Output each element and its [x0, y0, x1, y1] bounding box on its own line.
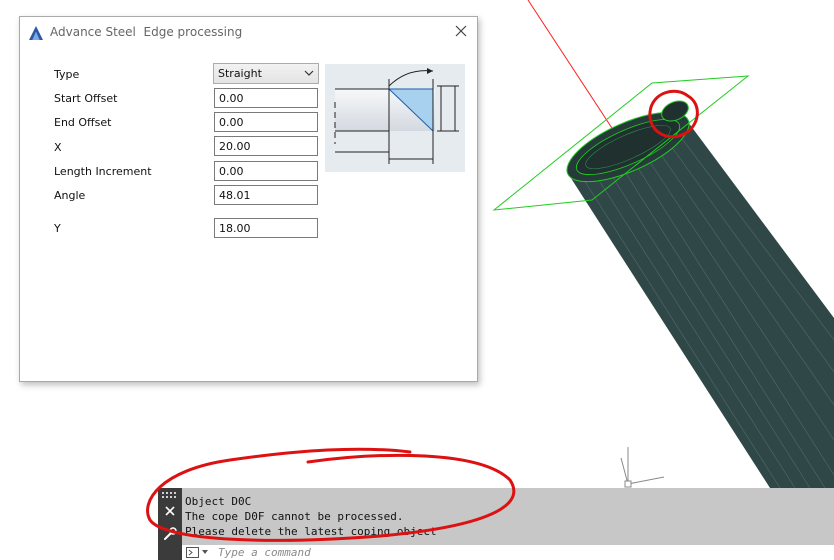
command-prompt-icon[interactable] — [186, 547, 210, 558]
angle-input[interactable]: 48.01 — [214, 185, 318, 205]
type-value: Straight — [218, 67, 262, 80]
dialog-title: Advance Steel Edge processing — [50, 25, 243, 39]
tube-member[interactable] — [558, 97, 834, 489]
type-label: Type — [54, 68, 80, 81]
y-input[interactable]: 18.00 — [214, 218, 318, 238]
advance-steel-logo-icon — [29, 26, 43, 40]
edge-diagram-image — [325, 64, 465, 172]
x-label: X — [54, 141, 62, 154]
angle-label: Angle — [54, 189, 86, 202]
y-label: Y — [54, 222, 61, 235]
command-history: Object D0C The cope D0F cannot be proces… — [185, 494, 437, 539]
start-offset-input[interactable]: 0.00 — [214, 88, 318, 108]
command-line-panel: Object D0C The cope D0F cannot be proces… — [158, 488, 834, 560]
command-history-line: Please delete the latest coping object — [185, 525, 437, 538]
type-select[interactable]: Straight — [213, 63, 319, 84]
wrench-icon[interactable] — [163, 527, 177, 541]
end-offset-label: End Offset — [54, 116, 112, 129]
command-line-sidebar — [158, 488, 182, 560]
command-input[interactable]: Type a command — [218, 545, 311, 560]
length-increment-label: Length Increment — [54, 165, 152, 178]
close-icon[interactable] — [453, 23, 469, 39]
command-history-line: The cope D0F cannot be processed. — [185, 510, 404, 523]
close-icon[interactable] — [164, 505, 176, 517]
chevron-down-icon — [304, 70, 314, 76]
command-input-row[interactable]: Type a command — [182, 545, 834, 560]
x-input[interactable]: 20.00 — [214, 136, 318, 156]
grip-icon[interactable] — [161, 491, 179, 499]
command-history-line: Object D0C — [185, 495, 252, 508]
start-offset-label: Start Offset — [54, 92, 118, 105]
length-increment-input[interactable]: 0.00 — [214, 161, 318, 181]
dialog-titlebar[interactable]: Advance Steel Edge processing — [20, 17, 477, 47]
edge-processing-dialog: Advance Steel Edge processing Type Strai… — [19, 16, 478, 382]
end-offset-input[interactable]: 0.00 — [214, 112, 318, 132]
ucs-icon — [620, 447, 665, 488]
red-axis-line — [527, 0, 626, 149]
